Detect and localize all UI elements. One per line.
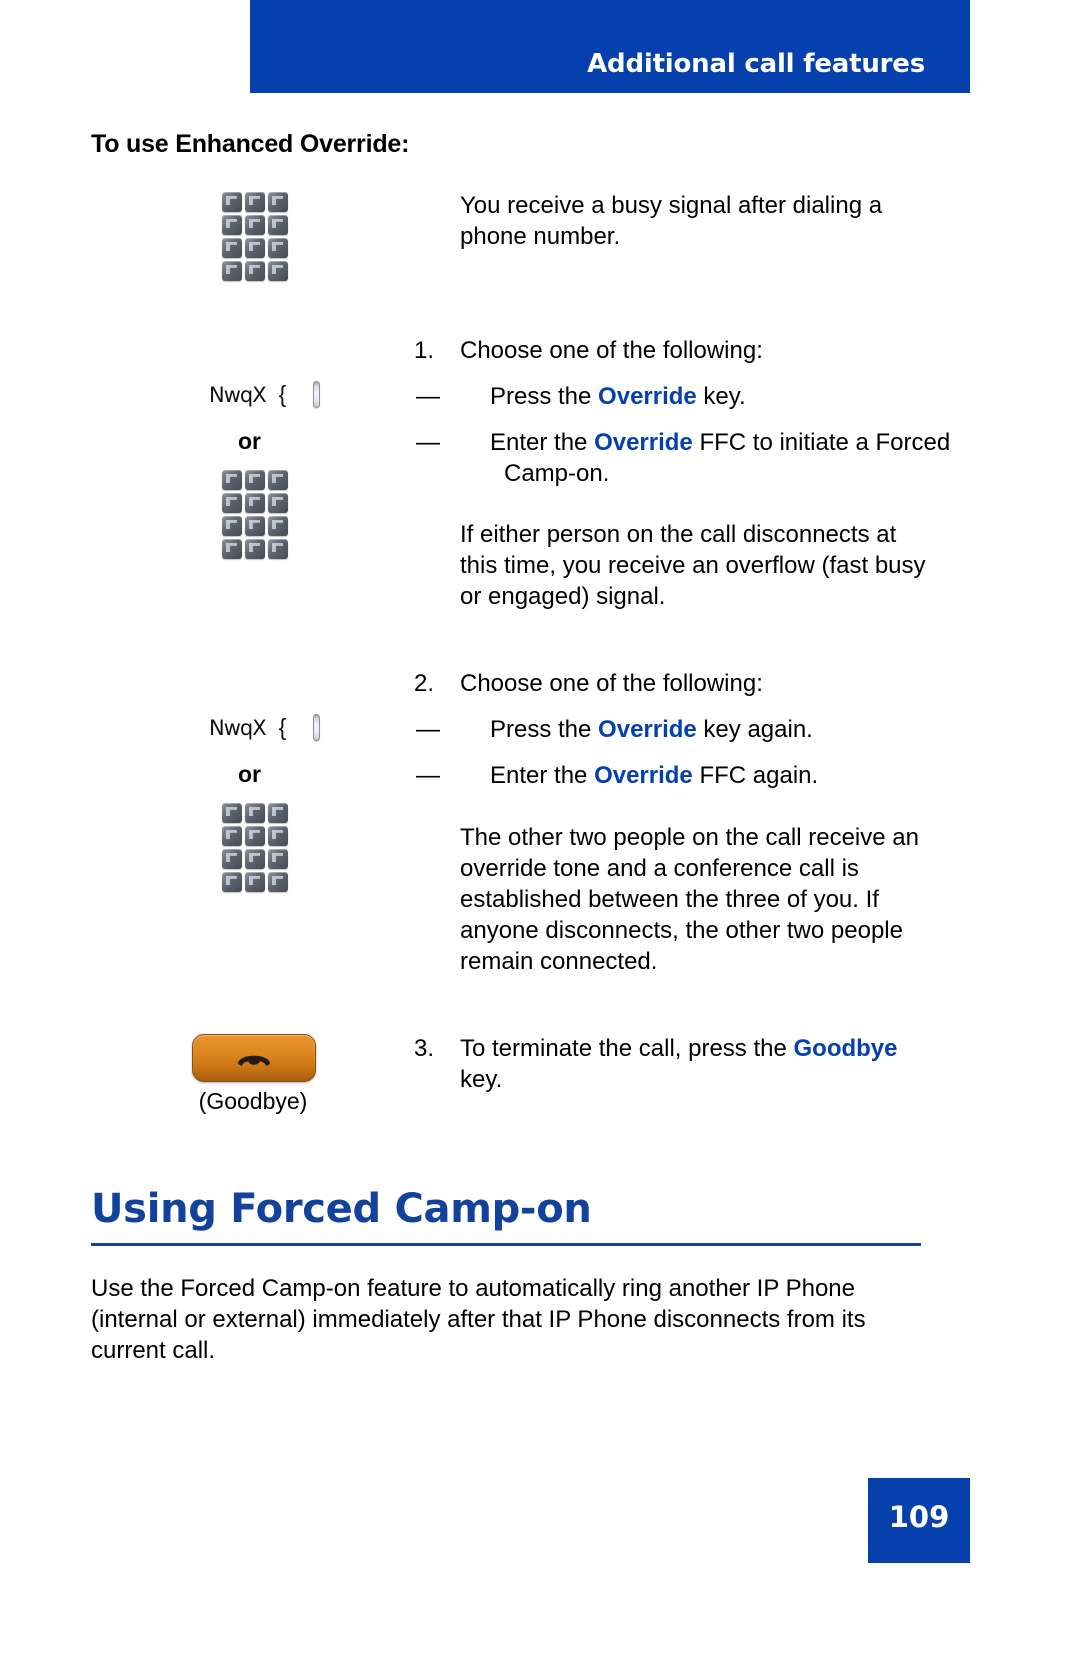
dialpad-key — [222, 261, 242, 281]
dialpad-icon — [222, 192, 288, 281]
dialpad-key — [245, 215, 265, 235]
dialpad-key — [268, 192, 288, 212]
step-1-option-1: — Press the Override key. — [416, 381, 979, 412]
override-keyword: Override — [598, 716, 697, 743]
override-keyword: Override — [594, 762, 693, 789]
goodbye-key-caption: (Goodbye) — [198, 1088, 308, 1114]
page-number-box: 109 — [868, 1478, 970, 1563]
option-text-post: key again. — [696, 716, 813, 743]
chapter-heading: Using Forced Camp-on — [91, 1186, 592, 1232]
softkey-brace: { — [278, 714, 287, 740]
dialpad-key — [222, 849, 242, 869]
override-keyword: Override — [598, 383, 697, 410]
dialpad-key — [245, 261, 265, 281]
dialpad-key — [222, 539, 242, 559]
dialpad-key — [268, 539, 288, 559]
feature-key-button[interactable] — [313, 381, 320, 408]
page-number: 109 — [888, 1500, 950, 1534]
step-1-icon-column: NwqX { or — [0, 381, 320, 559]
override-softkey-group[interactable]: NwqX { — [209, 381, 320, 408]
em-dash-marker: — — [416, 762, 440, 789]
dialpad-key — [268, 803, 288, 823]
dialpad-key — [222, 803, 242, 823]
dialpad-key — [268, 826, 288, 846]
chapter-heading-rule — [91, 1243, 921, 1246]
step-3-text-pre: To terminate the call, press the — [460, 1035, 794, 1062]
goodbye-key-button[interactable] — [192, 1034, 316, 1082]
softkey-label: NwqX — [209, 382, 267, 407]
em-dash-marker: — — [416, 429, 440, 456]
step-2-number: 2. — [414, 670, 435, 697]
option-text-post: key. — [696, 383, 746, 410]
chapter-lead-paragraph: Use the Forced Camp-on feature to automa… — [91, 1275, 866, 1364]
dialpad-key — [222, 872, 242, 892]
step-3-icon-column: (Goodbye) — [0, 1034, 320, 1115]
dialpad-key — [245, 872, 265, 892]
goodbye-keyword: Goodbye — [793, 1035, 898, 1062]
step-1-note: If either person on the call disconnects… — [460, 521, 926, 610]
step-3-text: To terminate the call, press the Goodbye… — [460, 1033, 930, 1095]
dialpad-icon — [222, 803, 288, 892]
intro-icon-column — [0, 192, 320, 281]
option-text-pre: Enter the — [490, 429, 595, 456]
dialpad-key — [245, 826, 265, 846]
step-1-option-2: — Enter the Override FFC to initiate a Fo… — [416, 427, 979, 489]
dialpad-key — [222, 215, 242, 235]
dialpad-key — [222, 493, 242, 513]
em-dash-marker: — — [416, 716, 440, 743]
dialpad-key — [245, 192, 265, 212]
dialpad-icon — [222, 470, 288, 559]
dialpad-key — [268, 470, 288, 490]
dialpad-key — [245, 470, 265, 490]
step-2-option-2: — Enter the Override FFC again. — [416, 760, 979, 791]
section-title: To use Enhanced Override: — [91, 130, 410, 158]
step-1-text: Choose one of the following: — [460, 337, 763, 364]
dialpad-key — [245, 516, 265, 536]
dialpad-key — [268, 261, 288, 281]
step-3-number: 3. — [414, 1035, 435, 1062]
override-softkey-group[interactable]: NwqX { — [209, 714, 320, 741]
dialpad-key — [222, 470, 242, 490]
step-1-or-label: or — [238, 428, 261, 454]
option-text-pre: Press the — [490, 383, 599, 410]
step-2-text: Choose one of the following: — [460, 670, 763, 697]
dialpad-key — [268, 215, 288, 235]
dialpad-key — [268, 516, 288, 536]
dialpad-key — [222, 516, 242, 536]
override-keyword: Override — [594, 429, 693, 456]
softkey-label: NwqX — [209, 715, 267, 740]
option-text-pre: Enter the — [490, 762, 595, 789]
step-1-number: 1. — [414, 337, 435, 364]
dialpad-key — [245, 493, 265, 513]
intro-text: You receive a busy signal after dialing … — [460, 192, 883, 250]
softkey-brace: { — [278, 381, 287, 407]
step-2-option-1: — Press the Override key again. — [416, 714, 979, 745]
dialpad-key — [222, 238, 242, 258]
dialpad-key — [222, 192, 242, 212]
page-content: To use Enhanced Override: You receive a … — [0, 0, 1080, 1669]
handset-icon — [238, 1055, 270, 1066]
step-2-note: The other two people on the call receive… — [460, 824, 919, 975]
option-text-post: FFC again. — [692, 762, 819, 789]
dialpad-key — [268, 872, 288, 892]
dialpad-key — [245, 539, 265, 559]
dialpad-key — [245, 849, 265, 869]
step-2-icon-column: NwqX { or — [0, 714, 320, 892]
feature-key-button[interactable] — [313, 714, 320, 741]
em-dash-marker: — — [416, 383, 440, 410]
dialpad-key — [222, 826, 242, 846]
dialpad-key — [245, 803, 265, 823]
dialpad-key — [268, 238, 288, 258]
option-text-pre: Press the — [490, 716, 599, 743]
dialpad-key — [268, 493, 288, 513]
step-2-or-label: or — [238, 761, 261, 787]
dialpad-key — [268, 849, 288, 869]
step-3-text-post: key. — [460, 1066, 503, 1093]
dialpad-key — [245, 238, 265, 258]
